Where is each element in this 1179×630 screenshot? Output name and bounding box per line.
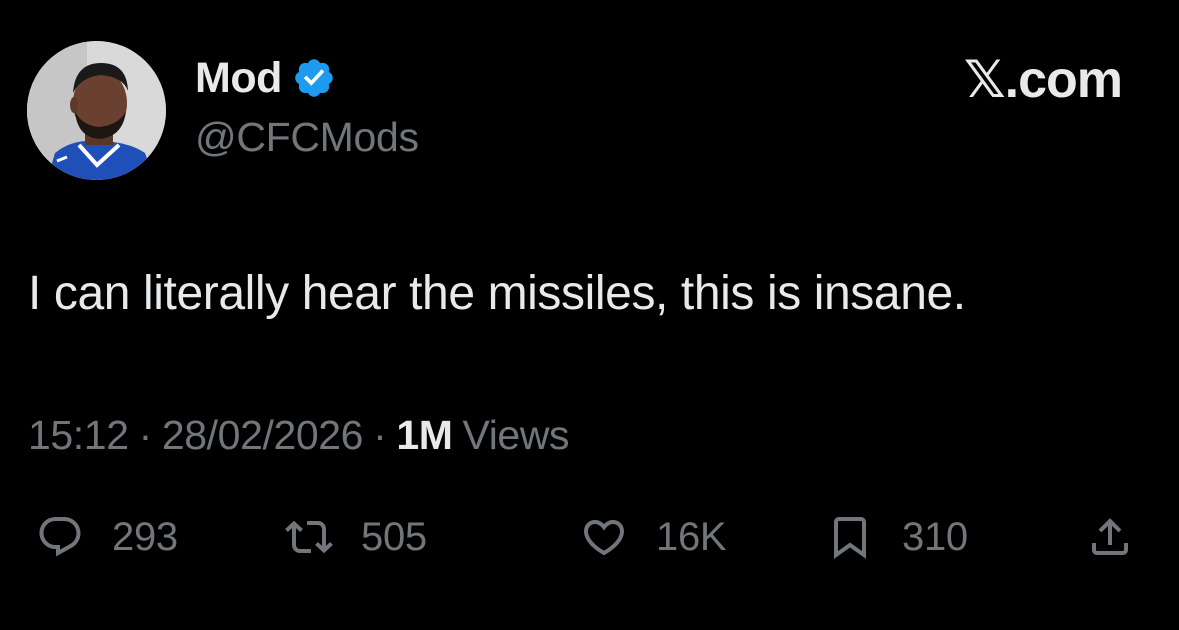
meta-separator: · — [373, 412, 387, 458]
avatar[interactable] — [27, 41, 166, 180]
views-label: Views — [462, 412, 570, 458]
like-count: 16K — [656, 514, 727, 559]
reply-button[interactable]: 293 — [36, 507, 178, 567]
bookmark-count: 310 — [902, 514, 968, 559]
repost-icon — [285, 520, 333, 554]
tweet-text: I can literally hear the missiles, this … — [28, 267, 966, 320]
share-button[interactable] — [1086, 507, 1134, 567]
bookmark-icon — [834, 517, 866, 559]
tweet-time[interactable]: 15:12 — [28, 412, 129, 459]
bookmark-button[interactable]: 310 — [826, 507, 968, 567]
reply-count: 293 — [112, 514, 178, 559]
author-name-row: Mod — [195, 52, 336, 104]
display-name[interactable]: Mod — [195, 54, 282, 103]
verified-badge-icon — [295, 59, 333, 97]
tweet-card: Mod @CFCMods 𝕏.com I can literally hear … — [0, 0, 1179, 630]
x-logo-icon: 𝕏.com — [963, 51, 1123, 109]
avatar-image — [27, 41, 166, 180]
repost-count: 505 — [361, 514, 427, 559]
tweet-actions: 293 505 16K 310 — [0, 507, 1179, 567]
tweet-meta: 15:12 · 28/02/2026 · 1M Views — [28, 412, 570, 459]
repost-button[interactable]: 505 — [285, 507, 427, 567]
like-button[interactable]: 16K — [580, 507, 727, 567]
heart-icon — [583, 520, 625, 556]
author-handle[interactable]: @CFCMods — [195, 114, 419, 161]
meta-separator: · — [138, 412, 153, 458]
views-count: 1M — [396, 412, 453, 458]
tweet-date[interactable]: 28/02/2026 — [162, 412, 364, 459]
reply-icon — [39, 517, 81, 557]
share-icon — [1092, 518, 1128, 555]
